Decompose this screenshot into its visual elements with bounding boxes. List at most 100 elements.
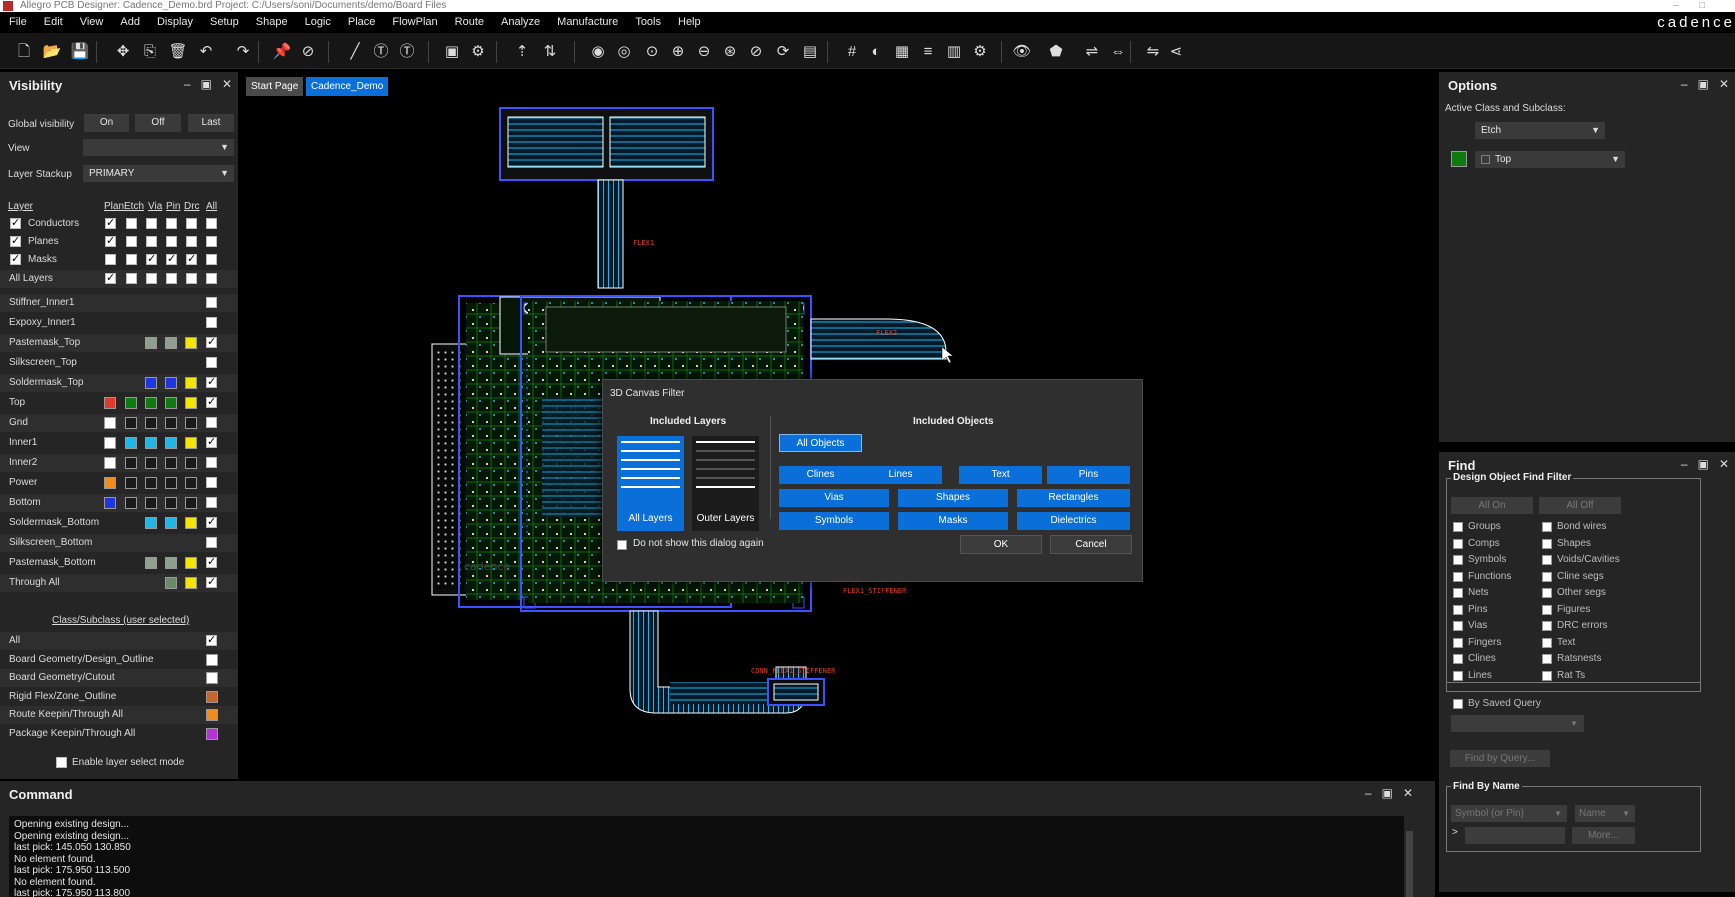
layer-color-swatch[interactable] xyxy=(185,457,197,469)
visibility-checkbox[interactable] xyxy=(186,273,197,284)
visibility-checkbox[interactable] xyxy=(126,254,137,265)
slide-icon[interactable]: ⇡ xyxy=(512,42,532,62)
saved-query-select[interactable]: ▼ xyxy=(1451,715,1584,732)
layer-row-silkscreen-bottom[interactable]: Silkscreen_Bottom xyxy=(0,534,238,552)
find-checkbox-functions[interactable] xyxy=(1453,571,1463,582)
component-icon[interactable]: ⚙ xyxy=(468,42,488,62)
visibility-checkbox[interactable] xyxy=(146,218,157,229)
visibility-checkbox[interactable] xyxy=(166,236,177,247)
layer-row-silkscreen-top[interactable]: Silkscreen_Top xyxy=(0,354,238,372)
layer-color-swatch[interactable] xyxy=(104,477,116,489)
global-on-button[interactable]: On xyxy=(84,114,129,132)
saved-query-checkbox[interactable] xyxy=(1453,699,1463,709)
fanout-icon[interactable]: ⇌ xyxy=(1082,42,1102,62)
find-checkbox-drc-errors[interactable] xyxy=(1542,621,1552,631)
menu-flowplan[interactable]: FlowPlan xyxy=(383,12,445,33)
class-select[interactable]: Etch ▼ xyxy=(1475,122,1605,139)
share-icon[interactable]: ⋖ xyxy=(1166,42,1186,62)
report-icon[interactable]: ▥ xyxy=(944,42,964,62)
float-icon[interactable]: ▣ xyxy=(1698,457,1709,471)
cancel-button[interactable]: Cancel xyxy=(1050,535,1132,554)
layer-all-checkbox[interactable] xyxy=(206,297,217,308)
object-button-clines[interactable]: Clines xyxy=(779,466,862,484)
redo-icon[interactable]: ↷ xyxy=(233,42,253,62)
zoom-out-icon[interactable]: ⊖ xyxy=(694,42,714,62)
layer-color-swatch[interactable] xyxy=(165,497,177,509)
move-icon[interactable]: ✥ xyxy=(113,42,133,62)
all-on-button[interactable]: All On xyxy=(1451,497,1533,514)
layer-color-swatch[interactable] xyxy=(185,397,197,409)
layer-all-checkbox[interactable] xyxy=(206,435,217,448)
zoom-world-icon[interactable]: ⊛ xyxy=(720,42,740,62)
object-button-dielectrics[interactable]: Dielectrics xyxy=(1017,512,1130,530)
class-color-swatch[interactable] xyxy=(206,653,218,666)
color-wheel-icon[interactable]: ◐ xyxy=(866,42,886,62)
visibility-checkbox[interactable] xyxy=(105,271,116,284)
class-row-all[interactable]: All xyxy=(0,632,238,650)
class-color-swatch[interactable] xyxy=(206,690,218,703)
layer-stackup-select[interactable]: PRIMARY ▼ xyxy=(83,165,234,182)
layer-color-swatch[interactable] xyxy=(165,457,177,469)
layer-all-checkbox[interactable] xyxy=(206,395,217,408)
find-checkbox-cline-segs[interactable] xyxy=(1542,571,1552,582)
layer-color-swatch[interactable] xyxy=(145,517,157,529)
layer-row-through-all[interactable]: Through All xyxy=(0,574,238,592)
pin-icon[interactable]: 📌 xyxy=(272,42,292,62)
layer-color-swatch[interactable] xyxy=(125,457,137,469)
undo-icon[interactable]: ↶ xyxy=(196,42,216,62)
group-expand-checkbox[interactable] xyxy=(10,234,21,247)
class-row-board-geometry-design-outline[interactable]: Board Geometry/Design_Outline xyxy=(0,651,238,669)
group-expand-checkbox[interactable] xyxy=(10,252,21,265)
layer-color-swatch[interactable] xyxy=(165,417,177,429)
layer-color-swatch[interactable] xyxy=(125,417,137,429)
copy-icon[interactable]: ⎘ xyxy=(140,42,160,62)
object-button-lines[interactable]: Lines xyxy=(859,466,942,484)
menu-analyze[interactable]: Analyze xyxy=(492,12,548,33)
layer-color-swatch[interactable] xyxy=(185,437,197,449)
ok-button[interactable]: OK xyxy=(960,535,1042,554)
visibility-checkbox[interactable] xyxy=(146,273,157,284)
layer-color-swatch[interactable] xyxy=(104,457,116,469)
close-icon[interactable]: ✕ xyxy=(1719,457,1729,471)
enable-layer-select-checkbox[interactable] xyxy=(56,757,67,768)
object-button-pins[interactable]: Pins xyxy=(1047,466,1130,484)
visibility-checkbox[interactable] xyxy=(206,218,217,229)
layer-color-swatch[interactable] xyxy=(104,497,116,509)
drc-icon[interactable]: ◉ xyxy=(588,42,608,62)
layer-color-swatch[interactable] xyxy=(185,377,197,389)
zoom-fit-icon[interactable]: ⊙ xyxy=(642,42,662,62)
minimize-icon[interactable]: – xyxy=(1365,786,1372,800)
close-icon[interactable]: ✕ xyxy=(222,77,232,91)
visibility-checkbox[interactable] xyxy=(105,254,116,265)
menu-logic[interactable]: Logic xyxy=(296,12,339,33)
layer-color-swatch[interactable] xyxy=(145,477,157,489)
class-row-rigid-flex-zone-outline[interactable]: Rigid Flex/Zone_Outline xyxy=(0,688,238,706)
layer-color-swatch[interactable] xyxy=(165,437,177,449)
layer-color-swatch[interactable] xyxy=(145,437,157,449)
float-icon[interactable]: ▣ xyxy=(1382,786,1393,800)
class-row-board-geometry-cutout[interactable]: Board Geometry/Cutout xyxy=(0,669,238,687)
visibility-checkbox[interactable] xyxy=(126,236,137,247)
settings-icon[interactable]: ⚙ xyxy=(970,42,990,62)
layer-color-swatch[interactable] xyxy=(125,437,137,449)
layer-color-swatch[interactable] xyxy=(165,577,177,589)
class-row-package-keepin-through-all[interactable]: Package Keepin/Through All xyxy=(0,725,238,743)
find-checkbox-bond-wires[interactable] xyxy=(1542,522,1552,532)
window-controls[interactable]: –□ xyxy=(1673,0,1725,11)
find-checkbox-other-segs[interactable] xyxy=(1542,588,1552,598)
layer-all-checkbox[interactable] xyxy=(206,457,217,468)
find-checkbox-rat-ts[interactable] xyxy=(1542,670,1552,681)
layer-row-soldermask-bottom[interactable]: Soldermask_Bottom xyxy=(0,514,238,532)
new-file-icon[interactable]: 🗋 xyxy=(14,42,34,62)
visibility-checkbox[interactable] xyxy=(166,218,177,229)
subclass-select[interactable]: Top ▼ xyxy=(1475,151,1625,168)
layer-all-checkbox[interactable] xyxy=(206,335,217,348)
save-icon[interactable]: 💾 xyxy=(70,42,90,62)
visibility-checkbox[interactable] xyxy=(146,236,157,247)
global-off-button[interactable]: Off xyxy=(135,114,181,132)
layer-color-swatch[interactable] xyxy=(145,377,157,389)
class-color-swatch[interactable] xyxy=(206,727,218,740)
layers-icon[interactable]: ▦ xyxy=(892,42,912,62)
layer-color-swatch[interactable] xyxy=(185,497,197,509)
minimize-icon[interactable]: – xyxy=(1681,457,1688,471)
